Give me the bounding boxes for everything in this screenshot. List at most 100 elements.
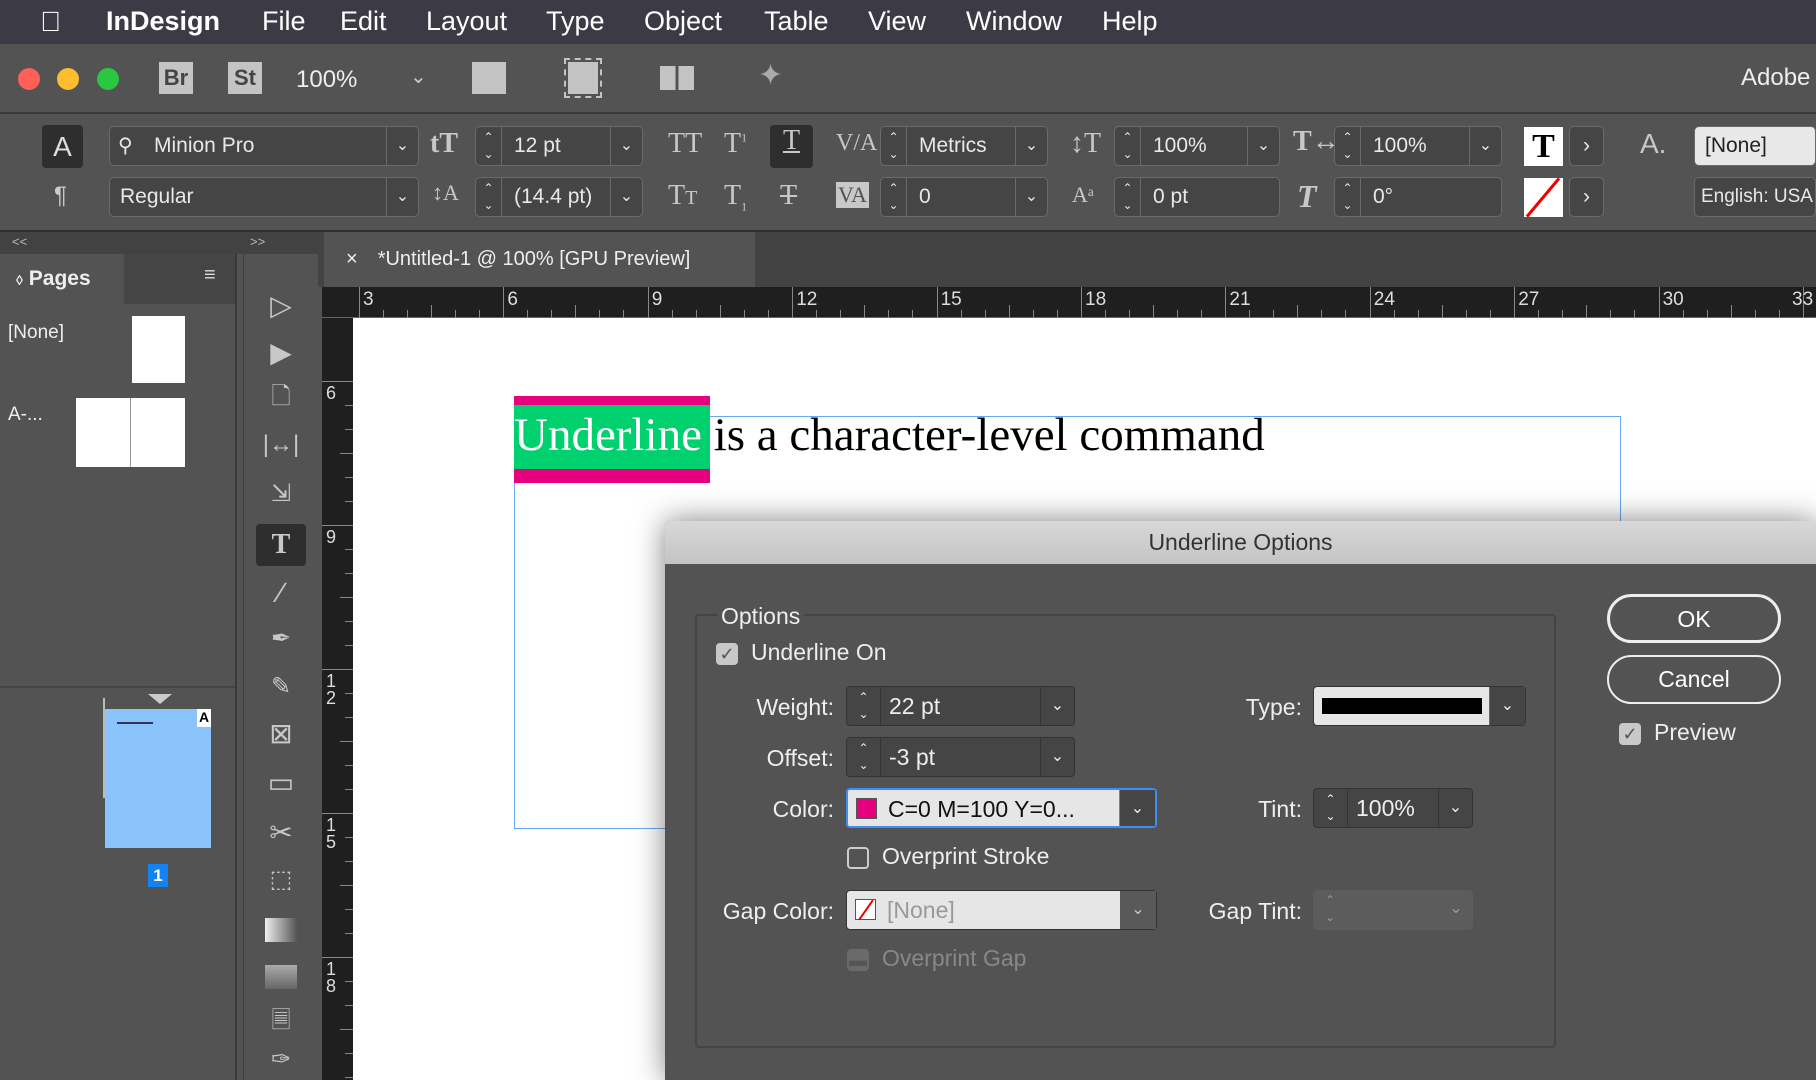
stepper-icon[interactable]: ⌃ ⌄ — [881, 127, 907, 165]
menu-view[interactable]: View — [868, 6, 926, 37]
character-style-field[interactable]: [None] — [1694, 126, 1816, 166]
chevron-down-icon[interactable]: ⌄ — [1489, 687, 1525, 725]
stepper-icon[interactable]: ⌃ ⌄ — [1115, 178, 1141, 216]
font-size-field[interactable]: ⌃ ⌄ 12 pt ⌄ — [475, 126, 643, 166]
page-1-thumbnail[interactable]: A — [105, 709, 211, 848]
chevron-down-icon[interactable]: ⌄ — [1438, 789, 1472, 827]
arrange-documents-icon[interactable] — [660, 66, 694, 90]
menu-layout[interactable]: Layout — [426, 6, 507, 37]
leading-field[interactable]: ⌃ ⌄ (14.4 pt) ⌄ — [475, 177, 643, 217]
chevron-down-icon[interactable]: ⌄ — [610, 127, 642, 165]
free-transform-tool-icon[interactable]: ⬚ — [256, 859, 306, 901]
skew-field[interactable]: ⌃ ⌄ 0° — [1334, 177, 1502, 217]
underline-icon[interactable]: T — [770, 125, 813, 168]
horizontal-ruler[interactable]: 3 6 9 12 15 18 21 24 27 30 33 — [322, 287, 1816, 318]
vertical-scale-field[interactable]: ⌃ ⌄ 100% ⌄ — [1114, 126, 1280, 166]
gradient-swatch-tool-icon[interactable] — [256, 907, 306, 949]
chevron-down-icon[interactable]: ⌄ — [1040, 738, 1074, 776]
close-window-button[interactable] — [18, 68, 40, 90]
tint-field[interactable]: ⌃ ⌄ 100% ⌄ — [1313, 788, 1473, 828]
zoom-level[interactable]: 100% — [296, 66, 357, 94]
strikethrough-icon[interactable]: T — [780, 180, 797, 212]
offset-stepper-icon[interactable]: ⌃ ⌄ — [847, 738, 881, 776]
gradient-feather-tool-icon[interactable] — [256, 954, 306, 996]
chevron-down-icon[interactable]: ⌄ — [386, 127, 418, 165]
stepper-icon[interactable]: ⌃ ⌄ — [1115, 127, 1141, 165]
zoom-window-button[interactable] — [97, 68, 119, 90]
preview-checkbox[interactable]: ✓ — [1619, 723, 1641, 745]
line-tool-icon[interactable]: ∕ — [256, 572, 306, 614]
pencil-tool-icon[interactable]: ✎ — [256, 666, 306, 708]
menu-window[interactable]: Window — [966, 6, 1062, 37]
gap-tool-icon[interactable]: |↔| — [256, 424, 306, 466]
text-content[interactable]: Underline is a character-level command — [514, 408, 1265, 462]
subscript-icon[interactable]: T1 — [724, 180, 747, 215]
master-none[interactable]: [None] — [8, 322, 64, 344]
menu-edit[interactable]: Edit — [340, 6, 387, 37]
collapse-panels-button[interactable]: << — [12, 234, 27, 249]
master-a[interactable]: A-... — [8, 404, 43, 426]
character-formatting-button[interactable]: A — [42, 125, 83, 168]
document-tab[interactable]: × *Untitled-1 @ 100% [GPU Preview] — [324, 232, 755, 287]
scissors-tool-icon[interactable]: ✂ — [256, 812, 306, 854]
tracking-field[interactable]: ⌃ ⌄ 0 ⌄ — [880, 177, 1048, 217]
close-tab-icon[interactable]: × — [346, 248, 358, 270]
expand-panels-button[interactable]: >> — [250, 234, 265, 249]
chevron-down-icon[interactable]: ⌄ — [1469, 127, 1501, 165]
menu-file[interactable]: File — [262, 6, 306, 37]
superscript-icon[interactable]: T1 — [724, 128, 747, 160]
zoom-chevron-down-icon[interactable]: ⌄ — [410, 64, 427, 89]
text-fill-icon[interactable]: T — [1524, 127, 1563, 166]
ok-button[interactable]: OK — [1607, 594, 1781, 643]
overprint-stroke-checkbox[interactable] — [847, 847, 869, 869]
chevron-down-icon[interactable]: ⌄ — [1040, 687, 1074, 725]
note-tool-icon[interactable]: 🗏 — [256, 1000, 306, 1042]
offset-field[interactable]: ⌃ ⌄ -3 pt ⌄ — [846, 737, 1075, 777]
panel-menu-icon[interactable]: ≡ — [204, 264, 216, 287]
baseline-shift-field[interactable]: ⌃ ⌄ 0 pt — [1114, 177, 1280, 217]
chevron-right-icon[interactable]: › — [1569, 177, 1604, 217]
menu-help[interactable]: Help — [1102, 6, 1158, 37]
all-caps-icon[interactable]: TT — [668, 128, 702, 160]
publish-online-icon[interactable]: ✦ — [758, 58, 783, 93]
stock-button[interactable]: St — [228, 62, 262, 94]
cancel-button[interactable]: Cancel — [1607, 655, 1781, 704]
paragraph-formatting-button[interactable]: ¶ — [54, 182, 67, 210]
view-options-icon[interactable] — [472, 62, 506, 94]
master-a-thumbnail[interactable] — [76, 398, 185, 467]
chevron-down-icon[interactable]: ⌄ — [1015, 127, 1047, 165]
text-stroke-none-icon[interactable] — [1524, 177, 1563, 218]
language-field[interactable]: English: USA — [1694, 177, 1816, 217]
stepper-icon[interactable]: ⌃ ⌄ — [1335, 178, 1361, 216]
stepper-icon[interactable]: ⌃ ⌄ — [1335, 127, 1361, 165]
pages-tab[interactable]: ◊ Pages — [0, 254, 124, 304]
screen-mode-icon[interactable] — [564, 58, 602, 98]
menu-object[interactable]: Object — [644, 6, 722, 37]
menu-type[interactable]: Type — [546, 6, 605, 37]
type-tool-icon[interactable]: T — [256, 524, 306, 566]
bridge-button[interactable]: Br — [159, 62, 193, 94]
tint-stepper-icon[interactable]: ⌃ ⌄ — [1314, 789, 1348, 827]
font-family-field[interactable]: ⚲ Minion Pro ⌄ — [109, 126, 419, 166]
menu-app[interactable]: InDesign — [106, 6, 220, 37]
stroke-type-field[interactable]: ⌄ — [1313, 686, 1526, 726]
chevron-down-icon[interactable]: ⌄ — [1015, 178, 1047, 216]
minimize-window-button[interactable] — [57, 68, 79, 90]
page-number-badge[interactable]: 1 — [148, 864, 168, 887]
underline-on-checkbox[interactable]: ✓ — [716, 643, 738, 665]
master-none-thumbnail[interactable] — [132, 316, 185, 383]
vertical-ruler[interactable]: 6 9 1 2 1 5 1 8 — [322, 318, 353, 1080]
stepper-icon[interactable]: ⌃ ⌄ — [881, 178, 907, 216]
chevron-down-icon[interactable]: ⌄ — [610, 178, 642, 216]
chevron-right-icon[interactable]: › — [1569, 126, 1604, 166]
selection-tool-icon[interactable]: ▷ — [256, 285, 306, 327]
horizontal-scale-field[interactable]: ⌃ ⌄ 100% ⌄ — [1334, 126, 1502, 166]
eyedropper-tool-icon[interactable]: ✑ — [256, 1042, 306, 1078]
font-style-field[interactable]: Regular ⌄ — [109, 177, 419, 217]
kerning-field[interactable]: ⌃ ⌄ Metrics ⌄ — [880, 126, 1048, 166]
chevron-down-icon[interactable]: ⌄ — [386, 178, 418, 216]
weight-stepper-icon[interactable]: ⌃ ⌄ — [847, 687, 881, 725]
stepper-icon[interactable]: ⌃ ⌄ — [476, 127, 502, 165]
apple-icon[interactable]:  — [40, 6, 61, 38]
small-caps-icon[interactable]: TT — [668, 180, 697, 212]
